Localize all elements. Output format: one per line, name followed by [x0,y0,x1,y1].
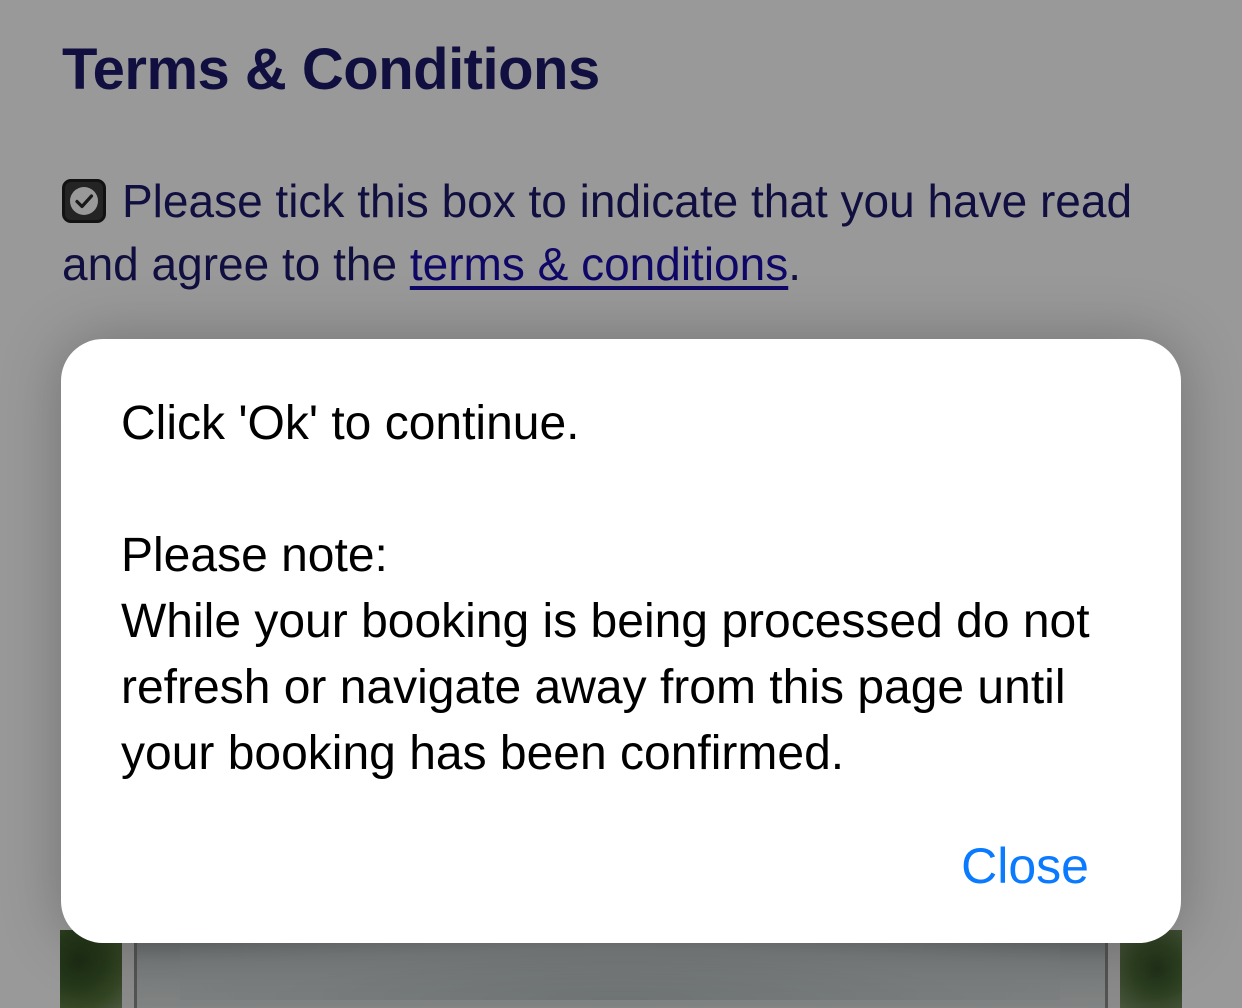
alert-note-heading: Please note: [121,529,388,582]
alert-note-body: While your booking is being processed do… [121,595,1090,780]
alert-dialog: Click 'Ok' to continue. Please note: Whi… [61,339,1181,943]
alert-message-line1: Click 'Ok' to continue. [121,397,580,450]
alert-message: Click 'Ok' to continue. Please note: Whi… [121,391,1131,787]
close-button[interactable]: Close [961,837,1089,895]
